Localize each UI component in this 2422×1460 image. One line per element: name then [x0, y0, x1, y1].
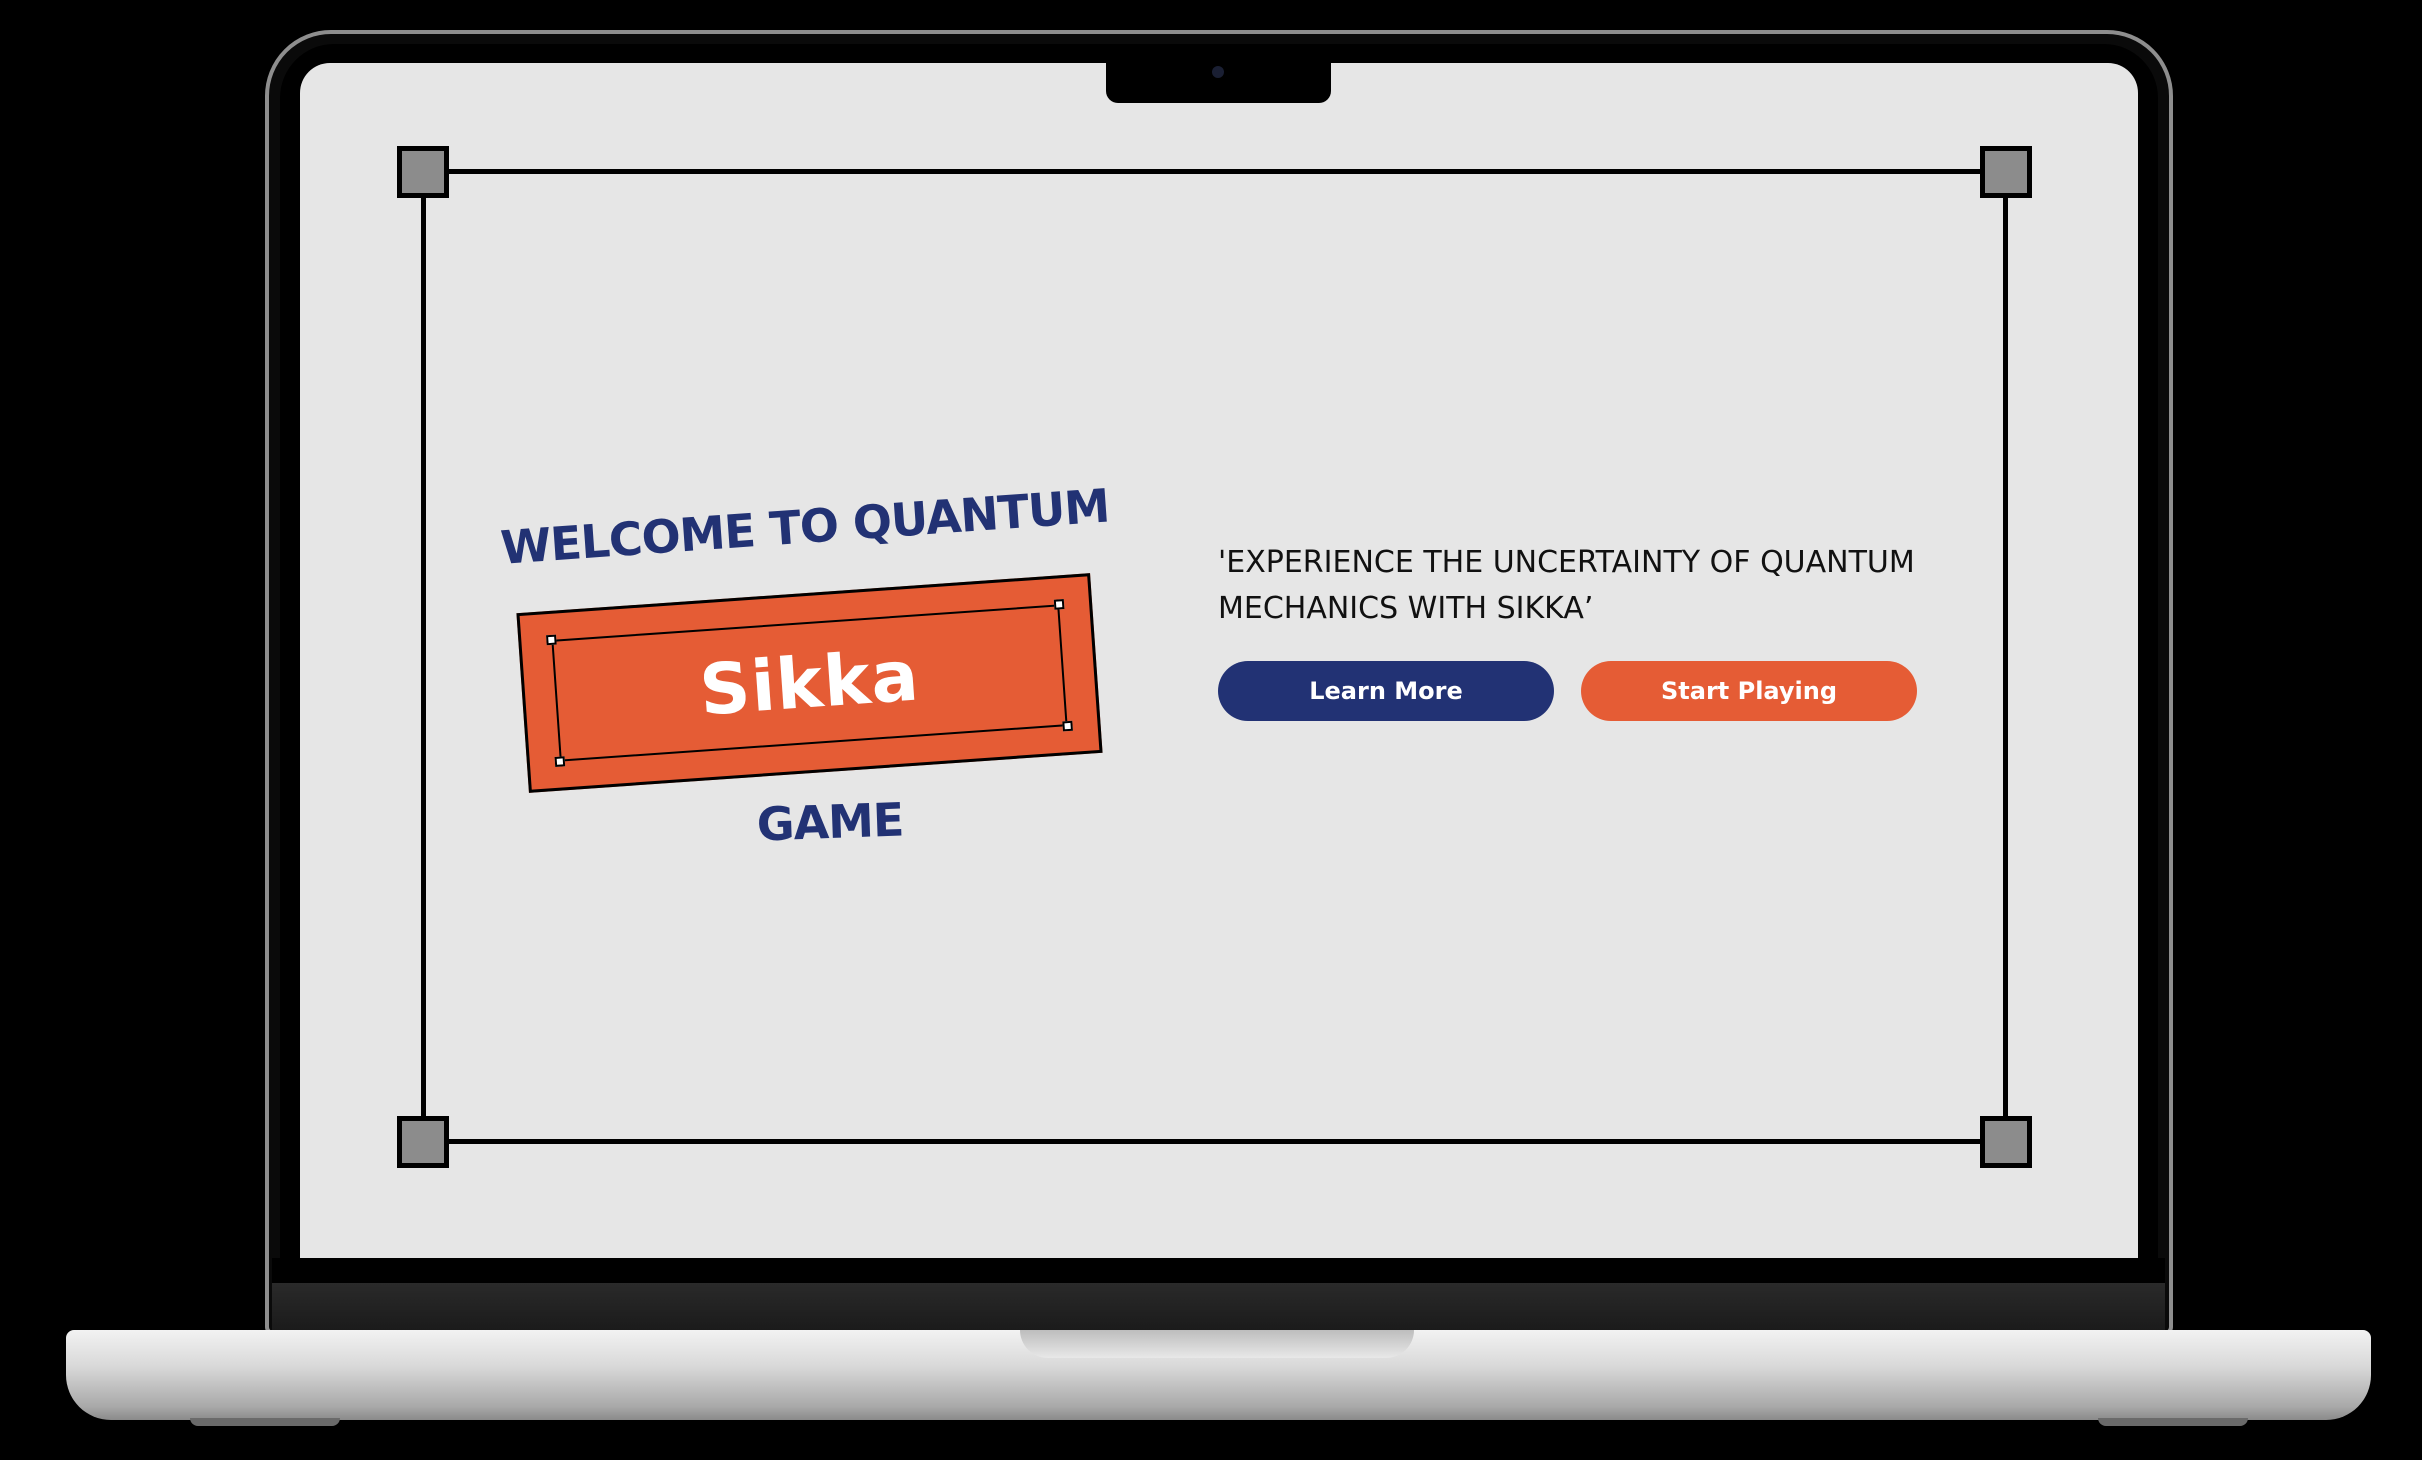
laptop-foot-left	[190, 1418, 340, 1426]
start-playing-button[interactable]: Start Playing	[1581, 661, 1917, 721]
frame-corner-bottom-left	[397, 1116, 449, 1168]
hero-tagline: 'EXPERIENCE THE UNCERTAINTY OF QUANTUM M…	[1218, 545, 1915, 626]
title-game: GAME	[755, 792, 905, 852]
laptop-foot-right	[2098, 1418, 2248, 1426]
frame-corner-top-left	[397, 146, 449, 198]
resize-handle-bottom-right	[1062, 720, 1073, 732]
frame-left-line	[421, 172, 426, 1142]
title-sikka: Sikka	[697, 634, 922, 732]
frame-top-line	[424, 169, 2008, 174]
resize-handle-bottom-left	[554, 756, 566, 767]
camera-icon	[1212, 66, 1224, 78]
resize-handle-top-left	[546, 634, 557, 646]
title-tag-inner-frame: Sikka	[546, 599, 1073, 767]
laptop-hinge	[272, 1283, 2165, 1333]
frame-bottom-line	[424, 1139, 2008, 1144]
frame-corner-bottom-right	[1980, 1116, 2032, 1168]
frame-right-line	[2003, 172, 2008, 1142]
laptop-base-groove	[1020, 1330, 1414, 1358]
laptop-mockup: WELCOME TO QUANTUM Sikka GAME 'EXPERIENC…	[0, 0, 2422, 1460]
learn-more-button[interactable]: Learn More	[1218, 661, 1554, 721]
resize-handle-top-right	[1053, 599, 1065, 610]
frame-corner-top-right	[1980, 146, 2032, 198]
